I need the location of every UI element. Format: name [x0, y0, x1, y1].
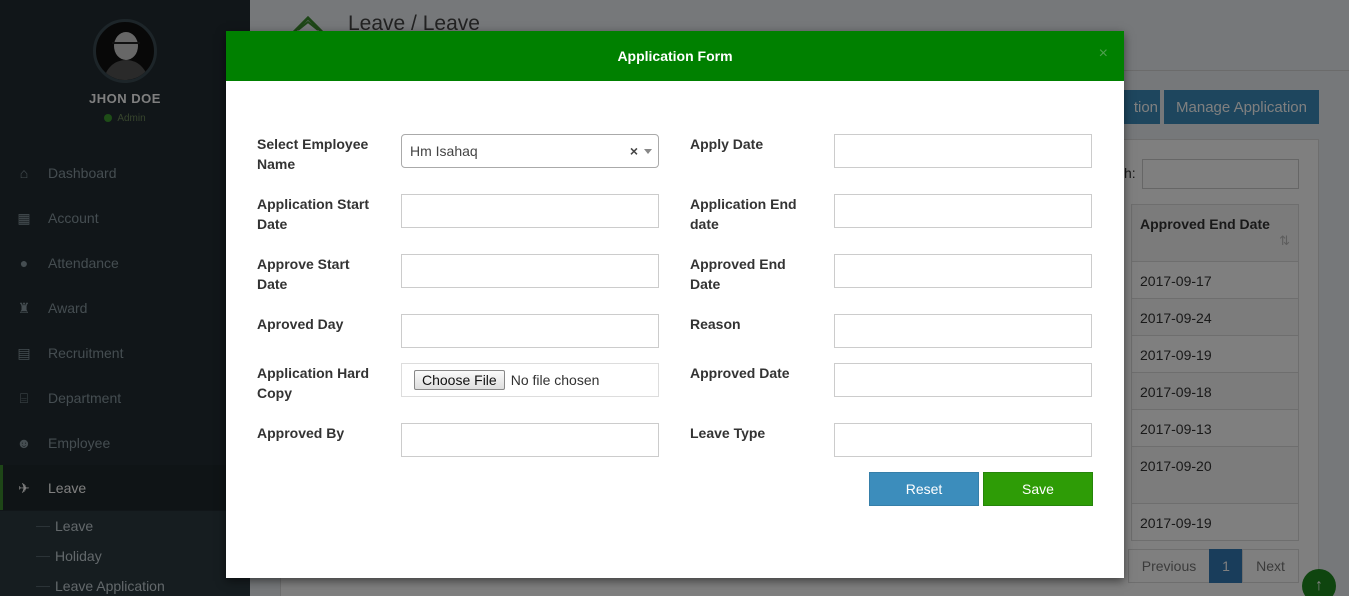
hard-copy-file-input[interactable]: Choose File No file chosen	[401, 363, 659, 397]
hard-copy-label: Application Hard Copy	[257, 365, 370, 401]
aproved-day-label: Aproved Day	[257, 316, 344, 332]
close-icon[interactable]: ×	[1099, 46, 1108, 62]
application-start-date-label: Application Start Date	[257, 196, 370, 232]
reason-label: Reason	[690, 316, 741, 332]
aproved-day-input[interactable]	[401, 314, 659, 348]
save-button[interactable]: Save	[983, 472, 1093, 506]
application-end-date-label: Application End date	[690, 196, 797, 232]
approved-by-label: Approved By	[257, 425, 345, 441]
reason-input[interactable]	[834, 314, 1092, 348]
approved-end-date-label: Approved End Date	[690, 256, 786, 292]
approve-start-date-input[interactable]	[401, 254, 659, 288]
application-start-date-input[interactable]	[401, 194, 659, 228]
apply-date-input[interactable]	[834, 134, 1092, 168]
chevron-down-icon	[644, 149, 652, 154]
modal-header: Application Form ×	[226, 31, 1124, 81]
apply-date-label: Apply Date	[690, 136, 764, 152]
choose-file-button[interactable]: Choose File	[414, 370, 505, 390]
leave-type-label: Leave Type	[690, 425, 766, 441]
application-form-modal: Application Form × Select Employee Name …	[226, 31, 1124, 578]
employee-select-value: Hm Isahaq	[410, 143, 478, 159]
employee-select[interactable]: Hm Isahaq ×	[401, 134, 659, 168]
modal-title: Application Form	[617, 48, 733, 64]
approved-end-date-input[interactable]	[834, 254, 1092, 288]
approved-date-input[interactable]	[834, 363, 1092, 397]
approved-date-label: Approved Date	[690, 365, 790, 381]
no-file-text: No file chosen	[510, 372, 600, 388]
application-end-date-input[interactable]	[834, 194, 1092, 228]
approved-by-input[interactable]	[401, 423, 659, 457]
employee-name-label: Select Employee Name	[257, 136, 369, 172]
clear-icon[interactable]: ×	[630, 143, 638, 159]
approve-start-date-label: Approve Start Date	[257, 256, 350, 292]
reset-button[interactable]: Reset	[869, 472, 979, 506]
leave-type-input[interactable]	[834, 423, 1092, 457]
